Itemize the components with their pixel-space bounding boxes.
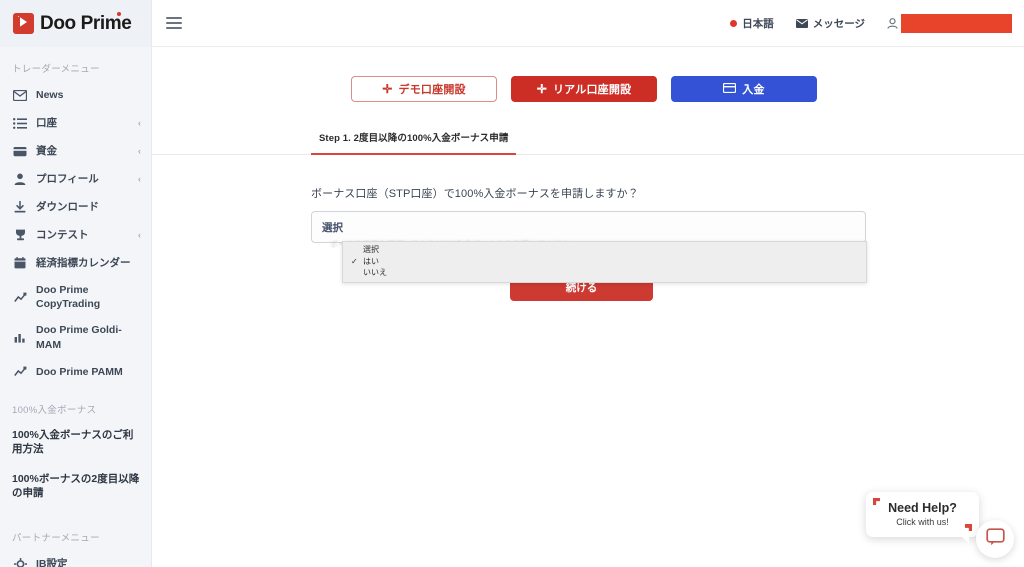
brand-logo[interactable]: Doo Prime (0, 0, 151, 47)
main-area: 日本語 メッセージ ✛ デモ口座開設 ✛ リアル口座開設 入金 Step 1. … (152, 0, 1024, 567)
dropdown-option-label: はい (363, 256, 379, 266)
deposit-label: 入金 (742, 84, 765, 96)
brand-name-text: Doo Prime (40, 12, 132, 34)
step-tabs: Step 1. 2度目以降の100%入金ボーナス申請 (152, 127, 1024, 155)
sidebar-section-title-partner: パートナーメニュー (12, 533, 100, 545)
sidebar-item-label: 100%入金ボーナスのご利用方法 (12, 428, 134, 455)
language-flag-icon (730, 19, 738, 27)
chevron-left-icon: ‹ (138, 118, 141, 128)
plus-icon: ✛ (382, 82, 393, 96)
language-label: 日本語 (742, 17, 774, 30)
open-real-account-button[interactable]: ✛ リアル口座開設 (511, 76, 657, 102)
open-demo-account-button[interactable]: ✛ デモ口座開設 (351, 76, 497, 102)
need-help-tooltip[interactable]: Need Help? Click with us! (866, 492, 979, 544)
sidebar: Doo Prime トレーダーメニュー News 口座 ‹ 資金 ‹ プロフィー… (0, 0, 152, 567)
sidebar-item-ib-settings[interactable]: IB設定 (0, 550, 151, 567)
topbar: 日本語 メッセージ (152, 0, 1024, 47)
sidebar-item-news[interactable]: News (0, 81, 151, 109)
language-selector[interactable]: 日本語 (730, 16, 774, 31)
bar-chart-icon (12, 331, 28, 345)
wallet-icon (12, 144, 28, 158)
bonus-select-value: 選択 (322, 221, 343, 234)
calendar-icon (12, 256, 28, 270)
sidebar-item-profile[interactable]: プロフィール ‹ (0, 165, 151, 193)
need-help-title: Need Help? (888, 501, 957, 516)
download-icon (12, 200, 28, 214)
sidebar-item-accounts[interactable]: 口座 ‹ (0, 109, 151, 137)
dropdown-option-select[interactable]: 選択 (343, 244, 866, 256)
plus-icon: ✛ (536, 82, 547, 96)
list-icon (12, 116, 28, 130)
dropdown-option-label: いいえ (363, 268, 387, 277)
user-account-menu[interactable] (887, 13, 1012, 33)
sidebar-item-label: IB設定 (36, 558, 68, 567)
account-action-buttons: ✛ デモ口座開設 ✛ リアル口座開設 入金 (152, 47, 1024, 102)
bonus-question-label: ボーナス口座（STP口座）で100%入金ボーナスを申請しますか？ (311, 188, 639, 200)
quote-mark-bottom-right-icon (965, 524, 972, 531)
chevron-left-icon: ‹ (138, 230, 141, 240)
sidebar-item-economic-calendar[interactable]: 経済指標カレンダー (0, 249, 151, 277)
sidebar-item-label: Doo Prime PAMM (36, 365, 123, 378)
sidebar-item-label: Doo Prime CopyTrading (36, 284, 101, 311)
trophy-icon (12, 228, 28, 242)
sidebar-item-funds[interactable]: 資金 ‹ (0, 137, 151, 165)
need-help-subtitle: Click with us! (896, 516, 949, 527)
user-icon (887, 17, 898, 29)
chat-launcher-button[interactable] (976, 520, 1014, 558)
page-content: ✛ デモ口座開設 ✛ リアル口座開設 入金 Step 1. 2度目以降の100%… (152, 47, 1024, 567)
user-name-redacted (901, 13, 1012, 33)
messages-label: メッセージ (812, 17, 865, 30)
hamburger-icon[interactable] (164, 13, 184, 33)
brand-name: Doo Prime (40, 11, 132, 35)
mail-icon (12, 88, 28, 102)
user-icon (12, 172, 28, 186)
sidebar-section-title-bonus: 100%入金ボーナス (12, 404, 97, 416)
bonus-select-input[interactable]: 選択 (311, 211, 866, 243)
line-chart-icon (12, 365, 28, 379)
card-icon (723, 82, 737, 96)
chevron-left-icon: ‹ (138, 146, 141, 156)
topbar-right-group: 日本語 メッセージ (730, 13, 1016, 33)
sidebar-section-title-trader: トレーダーメニュー (12, 64, 100, 75)
chevron-left-icon: ‹ (138, 174, 141, 184)
messages-link[interactable]: メッセージ (795, 16, 865, 31)
sidebar-item-copytrading[interactable]: Doo Prime CopyTrading (0, 277, 151, 317)
checkmark-icon: ✓ (351, 256, 358, 266)
chat-bubble-icon (985, 527, 1005, 551)
sidebar-item-pamm[interactable]: Doo Prime PAMM (0, 358, 151, 386)
sidebar-item-bonus-reapply[interactable]: 100%ボーナスの2度目以降の申請 (0, 462, 151, 506)
quote-mark-top-left-icon (873, 498, 880, 505)
sidebar-item-label: Doo Prime Goldi-MAM (36, 324, 122, 351)
app-root: Doo Prime トレーダーメニュー News 口座 ‹ 資金 ‹ プロフィー… (0, 0, 1024, 567)
dropdown-option-label: 選択 (363, 245, 379, 254)
sidebar-item-label: 口座 (36, 116, 57, 129)
sidebar-item-label: 経済指標カレンダー (36, 256, 131, 269)
sidebar-item-contest[interactable]: コンテスト ‹ (0, 221, 151, 249)
open-demo-account-label: デモ口座開設 (398, 84, 466, 96)
mail-icon (795, 18, 808, 28)
sidebar-item-label: News (36, 88, 64, 101)
dropdown-option-no[interactable]: いいえ (343, 267, 866, 279)
doo-prime-logo-icon (13, 13, 34, 34)
sidebar-item-label: コンテスト (36, 228, 89, 241)
deposit-button[interactable]: 入金 (671, 76, 817, 102)
gear-icon (12, 557, 28, 567)
sidebar-item-label: 資金 (36, 144, 57, 157)
sidebar-item-label: プロフィール (36, 172, 99, 185)
sidebar-item-downloads[interactable]: ダウンロード (0, 193, 151, 221)
sidebar-item-bonus-howto[interactable]: 100%入金ボーナスのご利用方法 (0, 422, 151, 462)
bonus-select-dropdown[interactable]: 選択 ✓ はい いいえ (342, 241, 867, 283)
open-real-account-label: リアル口座開設 (552, 84, 632, 96)
sidebar-item-label: 100%ボーナスの2度目以降の申請 (12, 473, 140, 500)
sidebar-item-label: ダウンロード (36, 200, 99, 213)
dropdown-option-yes[interactable]: ✓ はい (343, 256, 866, 268)
tab-step-1[interactable]: Step 1. 2度目以降の100%入金ボーナス申請 (311, 130, 517, 155)
sidebar-item-goldi-mam[interactable]: Doo Prime Goldi-MAM (0, 317, 151, 357)
line-chart-icon (12, 290, 28, 304)
